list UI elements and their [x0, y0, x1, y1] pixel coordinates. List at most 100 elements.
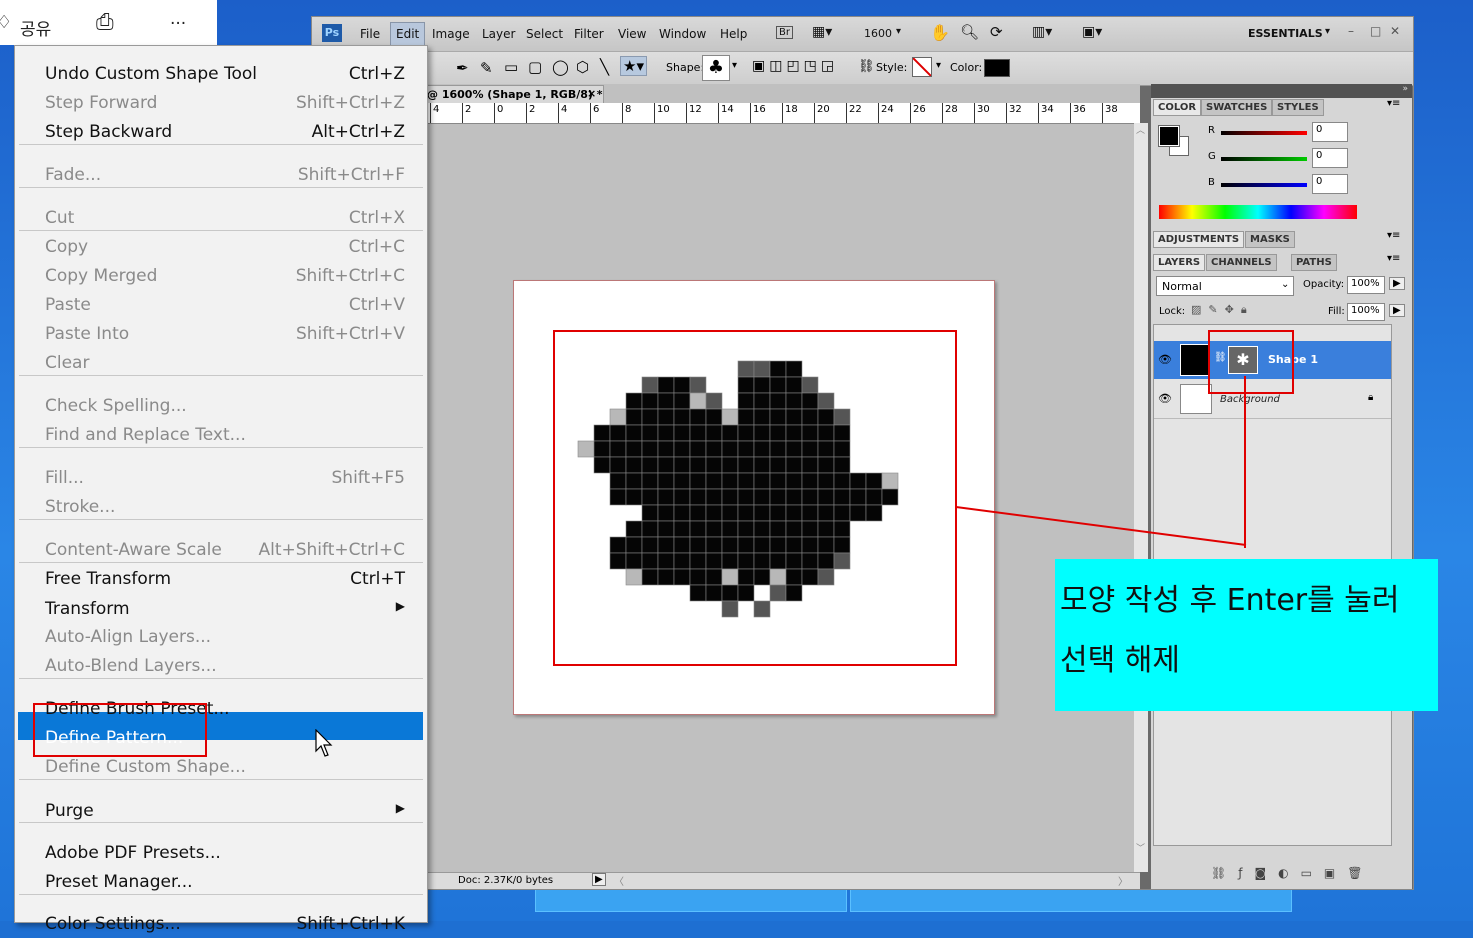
- share-label[interactable]: 공유: [20, 15, 51, 40]
- hand-tool-icon[interactable]: ✋: [930, 23, 950, 42]
- workspace-switcher[interactable]: ESSENTIALS: [1248, 27, 1323, 40]
- ruler-tick-label: 8: [625, 104, 632, 115]
- scroll-left-icon[interactable]: 〈: [614, 873, 624, 888]
- line-icon[interactable]: ╲: [600, 58, 609, 76]
- view-extras-icon[interactable]: ▦▾: [812, 24, 832, 40]
- color-spectrum-bar[interactable]: [1159, 205, 1357, 219]
- rectangle-icon[interactable]: ▭: [504, 58, 518, 76]
- green-value-field[interactable]: 0: [1312, 148, 1348, 168]
- menu-item-adobe-pdf-presets[interactable]: Adobe PDF Presets...: [45, 843, 405, 867]
- menu-item-preset-manager[interactable]: Preset Manager...: [45, 872, 405, 896]
- document-canvas[interactable]: [513, 280, 995, 715]
- menu-item-label: Purge: [45, 801, 94, 821]
- scroll-right-icon[interactable]: 〉: [1118, 873, 1128, 888]
- menu-view[interactable]: View: [618, 27, 646, 41]
- panel-menu-icon[interactable]: ▾≡: [1387, 230, 1400, 241]
- document-tab[interactable]: @ 1600% (Shape 1, RGB/8) * ×: [424, 85, 604, 105]
- channel-r-label: R: [1208, 125, 1215, 136]
- link-icon[interactable]: ⛓: [858, 59, 875, 74]
- menu-image[interactable]: Image: [432, 27, 470, 41]
- tab-paths[interactable]: PATHS: [1291, 254, 1337, 271]
- ruler-tick: [1038, 103, 1039, 123]
- layer-name[interactable]: Background: [1220, 394, 1280, 405]
- menu-item-color-settings[interactable]: Color Settings... Shift+Ctrl+K: [45, 914, 405, 938]
- bridge-icon[interactable]: Br: [776, 26, 793, 39]
- menu-separator: [19, 187, 423, 188]
- chevron-down-icon[interactable]: ▾: [936, 60, 941, 71]
- fill-slider-arrow-icon[interactable]: ▶: [1389, 304, 1405, 317]
- panel-menu-icon[interactable]: ▾≡: [1387, 253, 1400, 264]
- menu-item-transform[interactable]: Transform ▶: [45, 599, 405, 623]
- chevron-down-icon[interactable]: ▾: [1325, 26, 1330, 37]
- style-swatch-icon[interactable]: [912, 57, 932, 77]
- red-slider[interactable]: [1221, 131, 1307, 135]
- ellipse-icon[interactable]: ◯: [552, 58, 569, 76]
- tab-adjustments[interactable]: ADJUSTMENTS: [1153, 231, 1245, 248]
- chevron-down-icon[interactable]: ⌄: [1281, 279, 1289, 290]
- tab-layers[interactable]: LAYERS: [1153, 254, 1206, 271]
- print-icon[interactable]: ⎙: [96, 10, 114, 35]
- taskbar-window-preview[interactable]: [850, 888, 1292, 912]
- zoom-tool-icon[interactable]: 🔍︎: [960, 23, 979, 41]
- layer-actions-icon[interactable]: ⛓ƒ◙◐▭▣🗑︎: [1211, 866, 1374, 880]
- menu-item-undo-custom-shape-tool[interactable]: Undo Custom Shape Tool Ctrl+Z: [45, 64, 405, 88]
- menu-filter[interactable]: Filter: [574, 27, 604, 41]
- chevron-down-icon[interactable]: ▾: [732, 60, 737, 71]
- rounded-rectangle-icon[interactable]: ▢: [528, 58, 542, 76]
- lock-options-icon[interactable]: ▨✎✥🔒︎: [1191, 303, 1254, 317]
- expand-panels-icon[interactable]: »: [1402, 84, 1408, 94]
- freeform-pen-icon[interactable]: ✎: [480, 59, 493, 77]
- eye-icon[interactable]: 👁︎: [1158, 392, 1172, 405]
- tab-channels[interactable]: CHANNELS: [1206, 254, 1277, 271]
- path-ops-icon[interactable]: ▣◫◰◳◲: [752, 58, 838, 74]
- share-icon[interactable]: ♢: [0, 12, 12, 33]
- menu-item-free-transform[interactable]: Free Transform Ctrl+T: [45, 569, 405, 593]
- blue-slider[interactable]: [1221, 183, 1307, 187]
- polygon-icon[interactable]: ⬡: [576, 58, 589, 76]
- menu-edit[interactable]: Edit: [390, 22, 426, 46]
- tab-styles[interactable]: STYLES: [1272, 99, 1324, 116]
- maximize-button[interactable]: □: [1370, 24, 1381, 38]
- fill-field[interactable]: 100%: [1347, 303, 1385, 321]
- arrange-docs-icon[interactable]: ▥▾: [1032, 24, 1052, 40]
- menu-window[interactable]: Window: [659, 27, 706, 41]
- menu-item-step-backward[interactable]: Step Backward Alt+Ctrl+Z: [45, 122, 405, 146]
- status-menu-arrow-icon[interactable]: ▶: [592, 873, 606, 886]
- pen-tool-icon[interactable]: ✒: [456, 59, 469, 77]
- rotate-view-icon[interactable]: ⟳: [990, 23, 1003, 41]
- chevron-down-icon[interactable]: ▾: [896, 26, 901, 37]
- more-button[interactable]: ···: [170, 14, 186, 34]
- zoom-level-menu[interactable]: 1600: [864, 27, 892, 40]
- menu-select[interactable]: Select: [526, 27, 563, 41]
- taskbar-window-preview[interactable]: [535, 888, 847, 912]
- tab-color[interactable]: COLOR: [1153, 99, 1202, 116]
- shape-picker-icon[interactable]: ♣: [702, 55, 730, 81]
- ruler-tick: [462, 103, 463, 123]
- tab-masks[interactable]: MASKS: [1245, 231, 1295, 248]
- ruler-tick: [718, 103, 719, 123]
- shape-label: Shape:: [666, 61, 705, 74]
- green-slider[interactable]: [1221, 157, 1307, 161]
- red-value-field[interactable]: 0: [1312, 122, 1348, 142]
- opacity-slider-arrow-icon[interactable]: ▶: [1389, 277, 1405, 290]
- foreground-color-swatch[interactable]: [1158, 125, 1180, 147]
- opacity-field[interactable]: 100%: [1347, 276, 1385, 294]
- minimize-button[interactable]: –: [1348, 24, 1354, 38]
- close-button[interactable]: ✕: [1390, 24, 1400, 38]
- screen-mode-icon[interactable]: ▣▾: [1082, 24, 1102, 40]
- menu-item-label: Adobe PDF Presets...: [45, 843, 221, 863]
- tab-swatches[interactable]: SWATCHES: [1201, 99, 1273, 116]
- shape-color-swatch[interactable]: [984, 59, 1010, 77]
- eye-icon[interactable]: 👁︎: [1158, 353, 1172, 366]
- menu-file[interactable]: File: [360, 27, 380, 41]
- blend-mode-select[interactable]: Normal: [1156, 276, 1294, 296]
- blue-value-field[interactable]: 0: [1312, 174, 1348, 194]
- custom-shape-icon[interactable]: ★▾: [620, 56, 647, 76]
- panel-menu-icon[interactable]: ▾≡: [1387, 98, 1400, 109]
- menu-layer[interactable]: Layer: [482, 27, 515, 41]
- close-icon[interactable]: ×: [587, 87, 596, 100]
- vertical-scrollbar[interactable]: ︿ ﹀: [1134, 123, 1148, 872]
- menu-help[interactable]: Help: [720, 27, 747, 41]
- scroll-up-icon[interactable]: ︿: [1136, 123, 1145, 136]
- scroll-down-icon[interactable]: ﹀: [1136, 841, 1145, 854]
